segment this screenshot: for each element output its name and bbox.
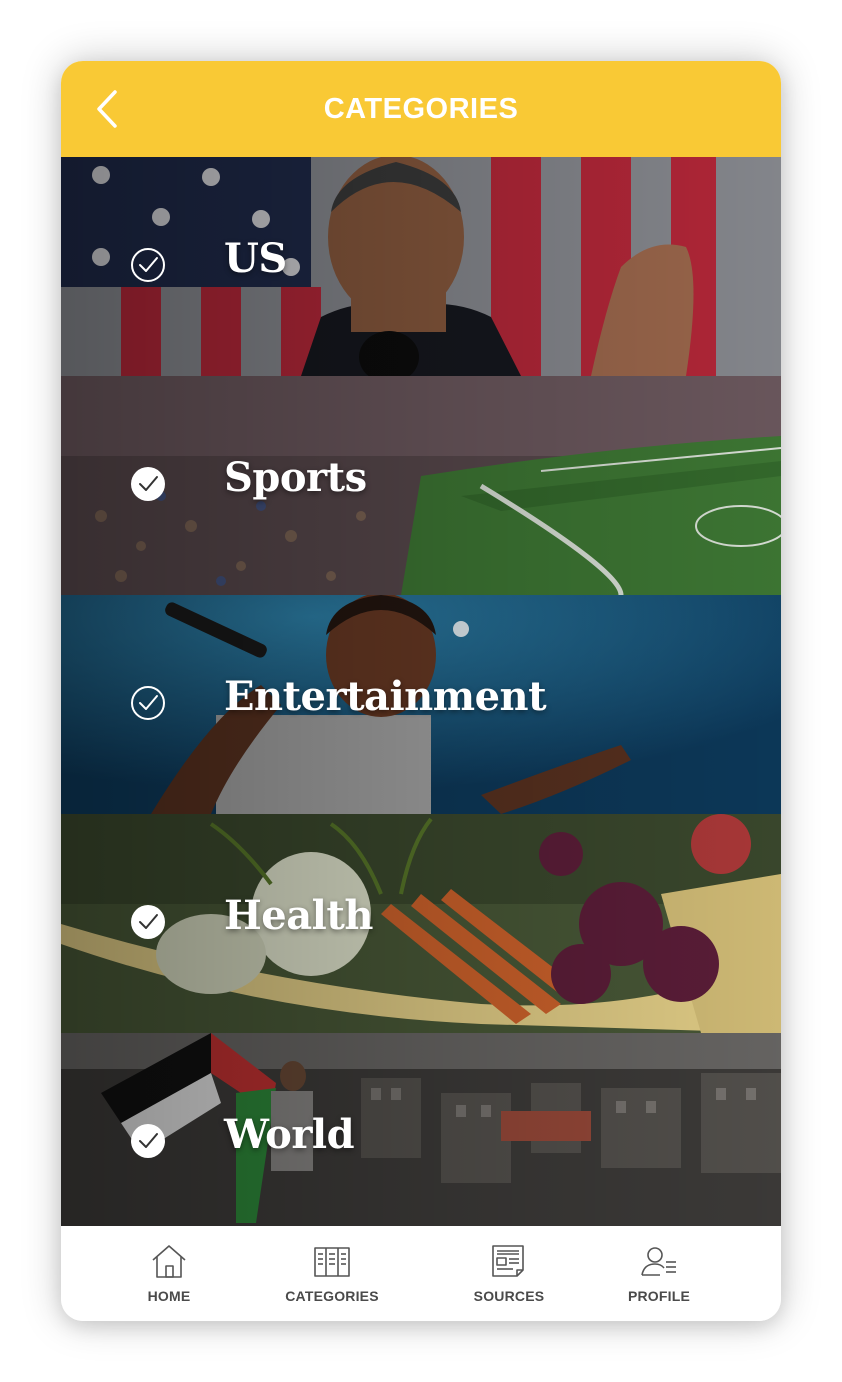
home-icon [152, 1245, 186, 1278]
category-sports[interactable]: Sports [61, 376, 781, 595]
newspaper-icon [492, 1245, 524, 1277]
category-world[interactable]: World [61, 1033, 781, 1226]
tab-label: PROFILE [627, 1288, 691, 1304]
bottom-tab-bar: HOME CATEGORIES SOURCES PROFILE [61, 1226, 781, 1321]
category-label: World [224, 1111, 355, 1158]
category-health[interactable]: Health [61, 814, 781, 1033]
category-list: US Sports Entertainment Health World [61, 157, 781, 1226]
tab-sources[interactable]: SOURCES [459, 1226, 559, 1321]
back-button[interactable] [83, 85, 131, 133]
categories-icon [314, 1247, 350, 1277]
category-us[interactable]: US [61, 157, 781, 376]
tab-label: SOURCES [473, 1288, 545, 1304]
phone-frame: CATEGORIES US Sports Entertainment Healt… [61, 61, 781, 1321]
checkmark-filled-icon[interactable] [130, 904, 166, 940]
category-entertainment[interactable]: Entertainment [61, 595, 781, 814]
tab-profile[interactable]: PROFILE [614, 1226, 704, 1321]
category-label: US [224, 235, 287, 282]
category-label: Entertainment [224, 673, 547, 720]
checkmark-filled-icon[interactable] [130, 466, 166, 502]
category-label: Health [224, 892, 373, 939]
tab-home[interactable]: HOME [129, 1226, 209, 1321]
image-overlay [61, 157, 781, 376]
profile-icon [641, 1247, 676, 1276]
tab-label: HOME [147, 1288, 191, 1304]
chevron-left-icon [97, 90, 117, 128]
app-header: CATEGORIES [61, 61, 781, 157]
image-overlay [61, 1033, 781, 1226]
checkmark-outline-icon[interactable] [130, 685, 166, 721]
page-title: CATEGORIES [323, 92, 519, 125]
checkmark-outline-icon[interactable] [130, 247, 166, 283]
tab-label: CATEGORIES [285, 1288, 379, 1304]
image-overlay [61, 814, 781, 1033]
checkmark-filled-icon[interactable] [130, 1123, 166, 1159]
tab-categories[interactable]: CATEGORIES [272, 1226, 392, 1321]
image-overlay [61, 376, 781, 595]
category-label: Sports [224, 454, 367, 501]
